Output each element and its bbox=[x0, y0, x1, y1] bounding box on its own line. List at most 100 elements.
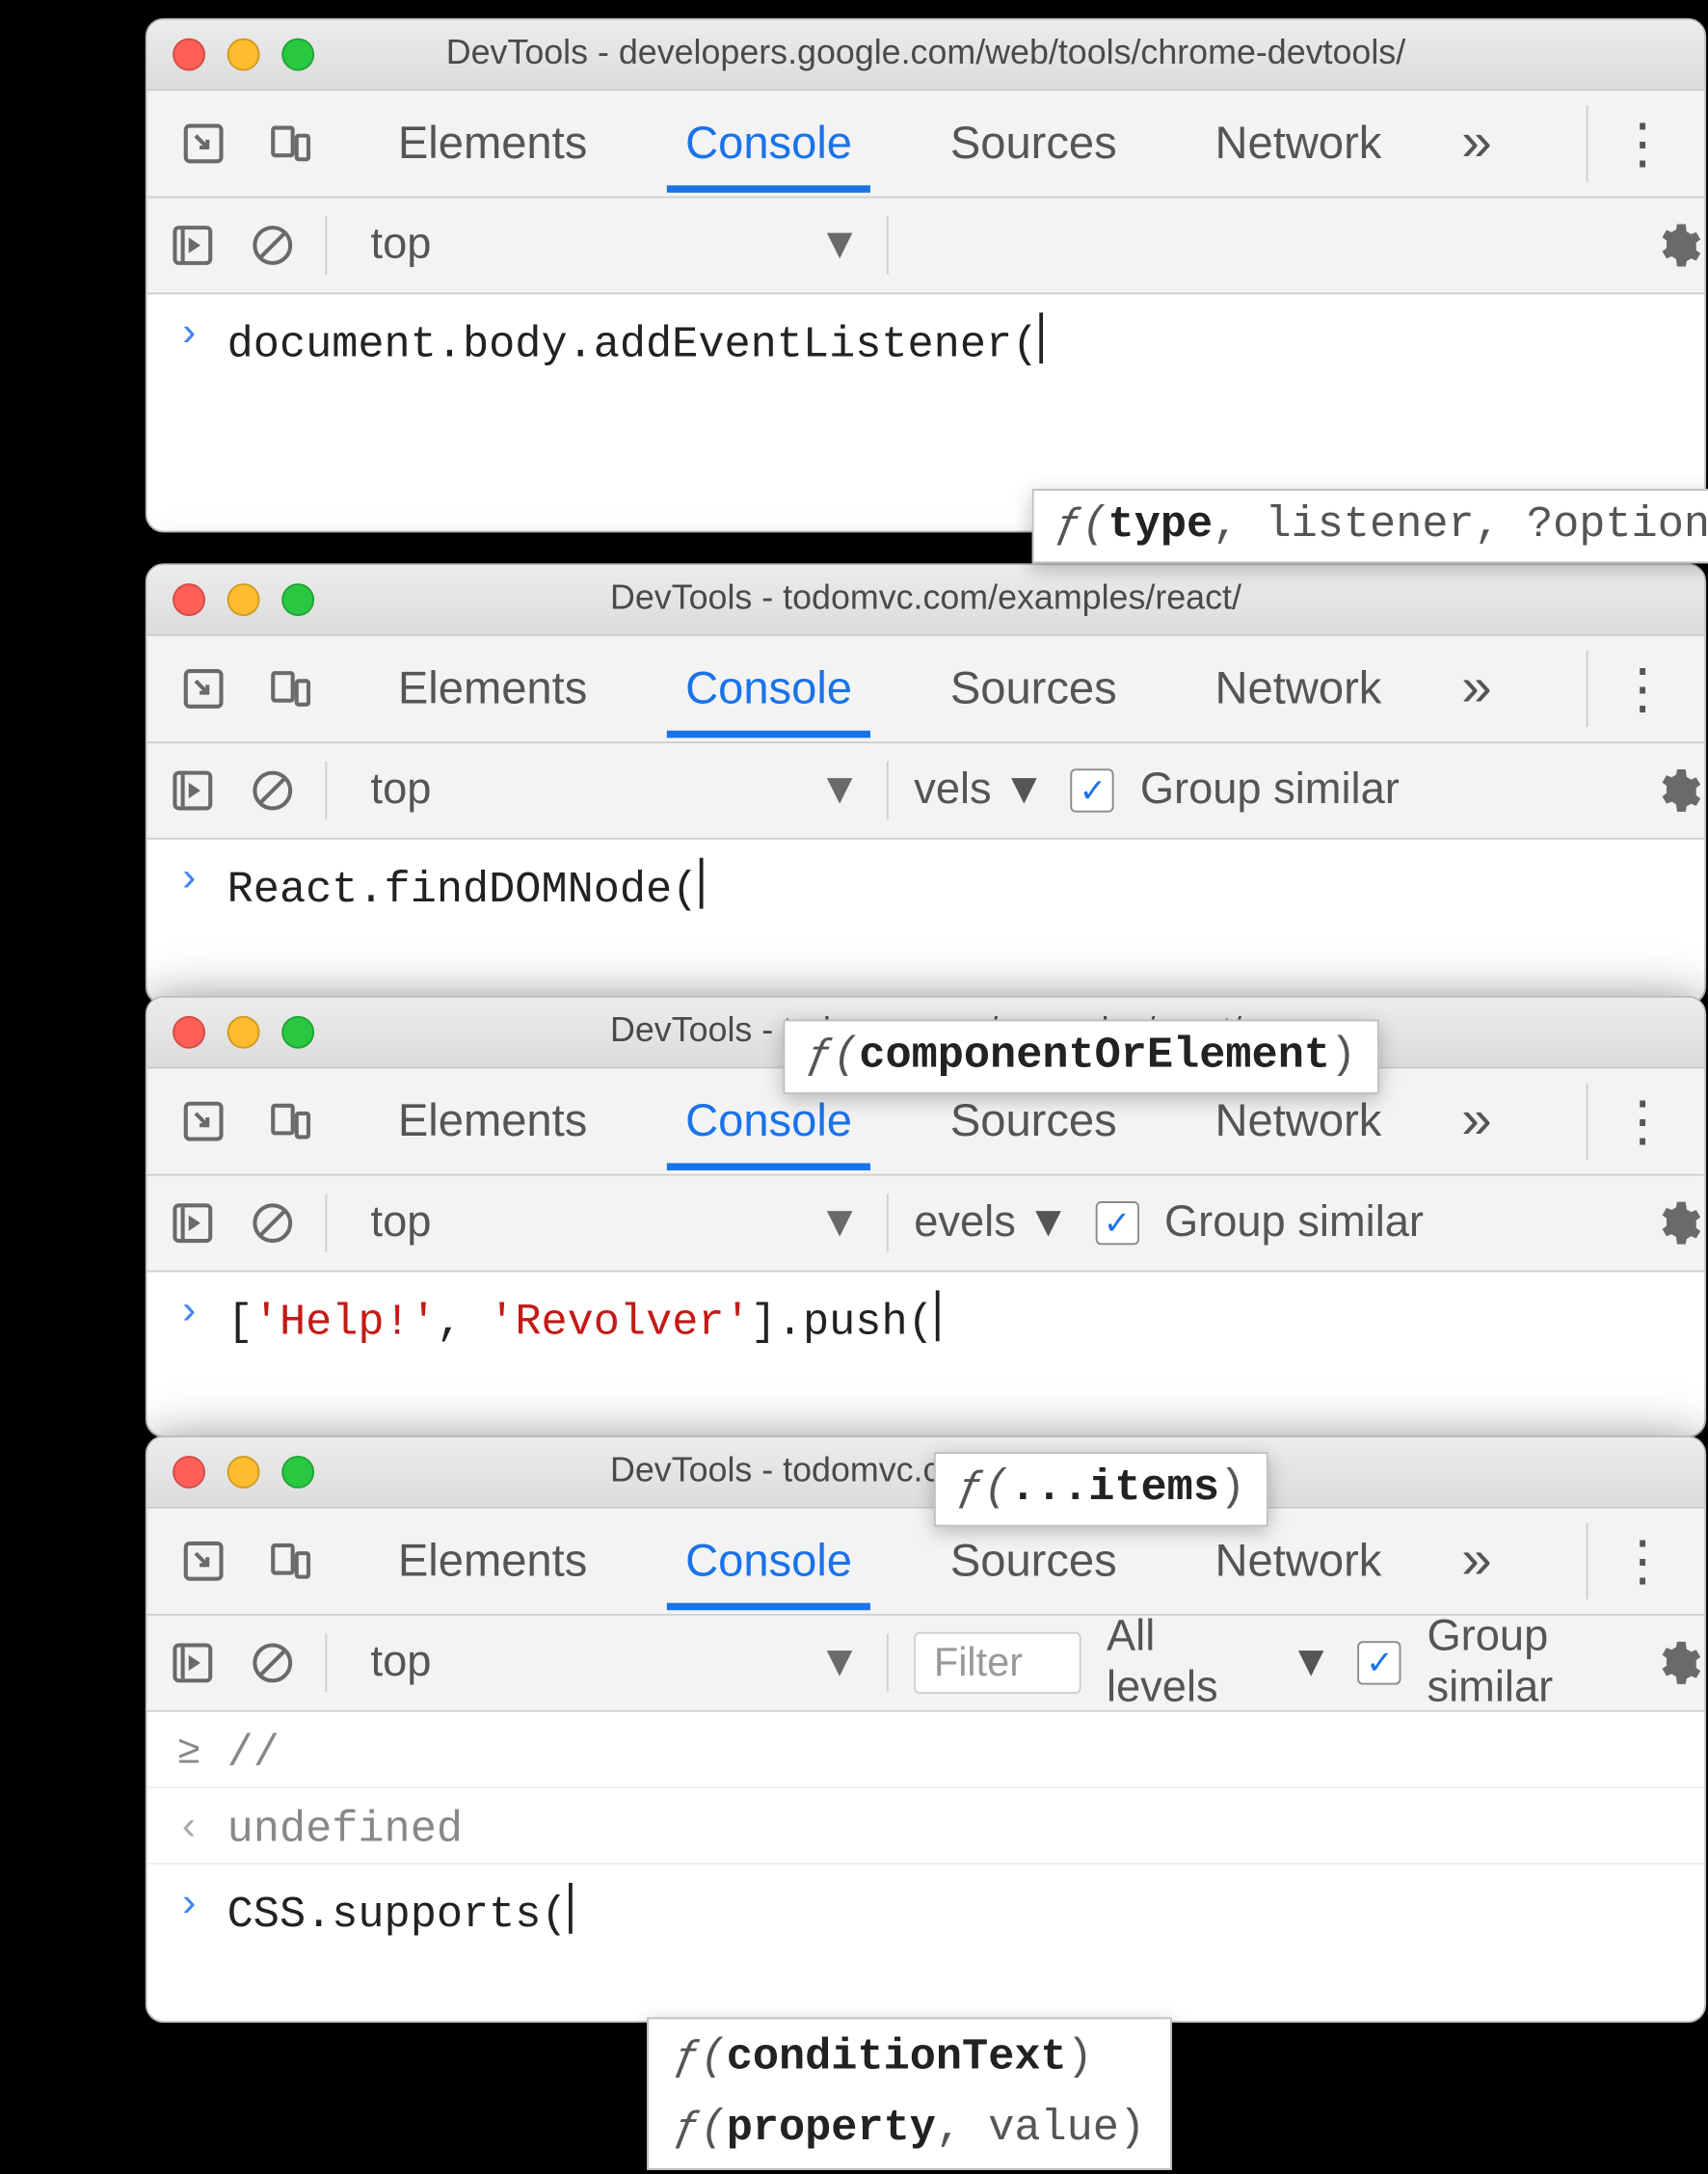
chevron-down-icon: ▼ bbox=[1002, 765, 1046, 817]
tabs-overflow-icon[interactable]: » bbox=[1461, 1068, 1491, 1173]
clear-console-icon[interactable] bbox=[245, 1195, 300, 1250]
kebab-menu-icon[interactable] bbox=[1610, 91, 1675, 196]
tab-network[interactable]: Network bbox=[1208, 1535, 1389, 1588]
group-similar-checkbox[interactable] bbox=[1358, 1641, 1401, 1684]
zoom-window-icon[interactable] bbox=[281, 39, 314, 71]
minimize-window-icon[interactable] bbox=[227, 583, 260, 616]
console-input[interactable]: ['Help!', 'Revolver'].push( bbox=[227, 1290, 940, 1348]
zoom-window-icon[interactable] bbox=[281, 1456, 314, 1489]
levels-dropdown[interactable]: vels ▼ bbox=[914, 765, 1046, 817]
tab-console[interactable]: Console bbox=[679, 118, 860, 171]
tab-sources[interactable]: Sources bbox=[943, 1095, 1124, 1148]
tab-sources[interactable]: Sources bbox=[943, 118, 1124, 171]
tabs-separator bbox=[1587, 651, 1588, 727]
prompt-icon: › bbox=[173, 312, 205, 358]
settings-icon[interactable] bbox=[1646, 743, 1708, 838]
tab-elements[interactable]: Elements bbox=[390, 1095, 595, 1148]
execution-context-dropdown[interactable]: top ▼ bbox=[353, 762, 862, 819]
return-icon: ‹ bbox=[173, 1807, 205, 1852]
filter-input[interactable]: Filter bbox=[914, 1632, 1081, 1694]
tabset: Elements Console Sources Network bbox=[390, 636, 1389, 741]
console-toolbar: top ▼ evels ▼ Group similar bbox=[147, 1176, 1705, 1273]
console-toolbar: top ▼ vels ▼ Group similar bbox=[147, 743, 1705, 840]
window-titlebar[interactable]: DevTools - developers.google.com/web/too… bbox=[147, 20, 1705, 92]
levels-dropdown[interactable]: evels ▼ bbox=[914, 1197, 1070, 1248]
window-titlebar[interactable]: DevTools - todomvc.com/examples/react/ bbox=[147, 565, 1705, 636]
console-input-row[interactable]: › CSS.supports( bbox=[147, 1863, 1705, 1948]
close-window-icon[interactable] bbox=[173, 583, 205, 616]
console-input[interactable]: CSS.supports( bbox=[227, 1883, 574, 1941]
console-input-row[interactable]: › ['Help!', 'Revolver'].push( bbox=[147, 1273, 1705, 1356]
levels-dropdown[interactable]: All levels ▼ bbox=[1107, 1612, 1333, 1714]
execution-context-dropdown[interactable]: top ▼ bbox=[353, 216, 862, 274]
window-title: DevTools - developers.google.com/web/too… bbox=[147, 35, 1705, 74]
tab-console[interactable]: Console bbox=[679, 662, 860, 715]
console-input-row[interactable]: › React.findDOMNode( bbox=[147, 840, 1705, 924]
signature-tooltip: ƒ(conditionText)ƒ(property, value) bbox=[647, 2017, 1172, 2169]
console-body[interactable]: › ['Help!', 'Revolver'].push( ƒ(...items… bbox=[147, 1273, 1705, 1436]
console-sidebar-icon[interactable] bbox=[166, 218, 221, 273]
device-toolbar-icon[interactable] bbox=[263, 1534, 318, 1589]
execution-context-dropdown[interactable]: top ▼ bbox=[353, 1634, 862, 1692]
device-toolbar-icon[interactable] bbox=[263, 1094, 318, 1149]
chevron-down-icon: ▼ bbox=[818, 765, 862, 817]
console-input-row[interactable]: › document.body.addEventListener( bbox=[147, 294, 1705, 378]
traffic-lights bbox=[173, 1456, 314, 1489]
minimize-window-icon[interactable] bbox=[227, 1456, 260, 1489]
tabset: Elements Console Sources Network bbox=[390, 91, 1389, 196]
devtools-tabs: Elements Console Sources Network » bbox=[147, 1509, 1705, 1616]
inspect-icon[interactable] bbox=[176, 1094, 231, 1149]
context-label: top bbox=[371, 765, 432, 817]
zoom-window-icon[interactable] bbox=[281, 583, 314, 616]
inspect-icon[interactable] bbox=[176, 661, 231, 716]
prompt-icon: › bbox=[173, 1290, 205, 1335]
tab-network[interactable]: Network bbox=[1208, 662, 1389, 715]
inspect-icon[interactable] bbox=[176, 117, 231, 172]
group-similar-checkbox[interactable] bbox=[1095, 1201, 1138, 1245]
close-window-icon[interactable] bbox=[173, 1456, 205, 1489]
window-titlebar[interactable]: DevTools - todomvc.com/examples/react/ bbox=[147, 1437, 1705, 1509]
tab-console[interactable]: Console bbox=[679, 1095, 860, 1148]
settings-icon[interactable] bbox=[1646, 1616, 1708, 1710]
console-body[interactable]: › document.body.addEventListener( ƒ(type… bbox=[147, 294, 1705, 530]
context-label: top bbox=[371, 1637, 432, 1688]
tab-elements[interactable]: Elements bbox=[390, 118, 595, 171]
zoom-window-icon[interactable] bbox=[281, 1016, 314, 1049]
clear-console-icon[interactable] bbox=[245, 1636, 300, 1691]
tab-sources[interactable]: Sources bbox=[943, 662, 1124, 715]
group-similar-checkbox[interactable] bbox=[1071, 768, 1114, 812]
device-toolbar-icon[interactable] bbox=[263, 117, 318, 172]
clear-console-icon[interactable] bbox=[245, 764, 300, 819]
inspect-icon[interactable] bbox=[176, 1534, 231, 1589]
settings-icon[interactable] bbox=[1646, 1176, 1708, 1271]
close-window-icon[interactable] bbox=[173, 39, 205, 71]
device-toolbar-icon[interactable] bbox=[263, 661, 318, 716]
console-body[interactable]: › React.findDOMNode( ƒ(componentOrElemen… bbox=[147, 840, 1705, 1004]
tabs-overflow-icon[interactable]: » bbox=[1461, 91, 1491, 196]
settings-icon[interactable] bbox=[1646, 198, 1708, 292]
tab-console[interactable]: Console bbox=[679, 1535, 860, 1588]
tabs-overflow-icon[interactable]: » bbox=[1461, 636, 1491, 741]
tabs-overflow-icon[interactable]: » bbox=[1461, 1509, 1491, 1614]
text-caret bbox=[569, 1883, 573, 1934]
execution-context-dropdown[interactable]: top ▼ bbox=[353, 1194, 862, 1252]
console-body[interactable]: ≥ // ‹ undefined › CSS.supports( ƒ(condi… bbox=[147, 1712, 1705, 2021]
tab-sources[interactable]: Sources bbox=[943, 1535, 1124, 1588]
console-input[interactable]: document.body.addEventListener( bbox=[227, 312, 1044, 370]
signature-row: ƒ(type, listener, ?options) bbox=[1055, 501, 1708, 550]
tab-network[interactable]: Network bbox=[1208, 118, 1389, 171]
kebab-menu-icon[interactable] bbox=[1610, 636, 1675, 741]
tab-elements[interactable]: Elements bbox=[390, 1535, 595, 1588]
kebab-menu-icon[interactable] bbox=[1610, 1068, 1675, 1173]
kebab-menu-icon[interactable] bbox=[1610, 1509, 1675, 1614]
clear-console-icon[interactable] bbox=[245, 218, 300, 273]
console-sidebar-icon[interactable] bbox=[166, 1195, 221, 1250]
close-window-icon[interactable] bbox=[173, 1016, 205, 1049]
minimize-window-icon[interactable] bbox=[227, 39, 260, 71]
console-sidebar-icon[interactable] bbox=[166, 764, 221, 819]
tab-network[interactable]: Network bbox=[1208, 1095, 1389, 1148]
tab-elements[interactable]: Elements bbox=[390, 662, 595, 715]
console-sidebar-icon[interactable] bbox=[166, 1636, 221, 1691]
console-input[interactable]: React.findDOMNode( bbox=[227, 858, 704, 916]
minimize-window-icon[interactable] bbox=[227, 1016, 260, 1049]
